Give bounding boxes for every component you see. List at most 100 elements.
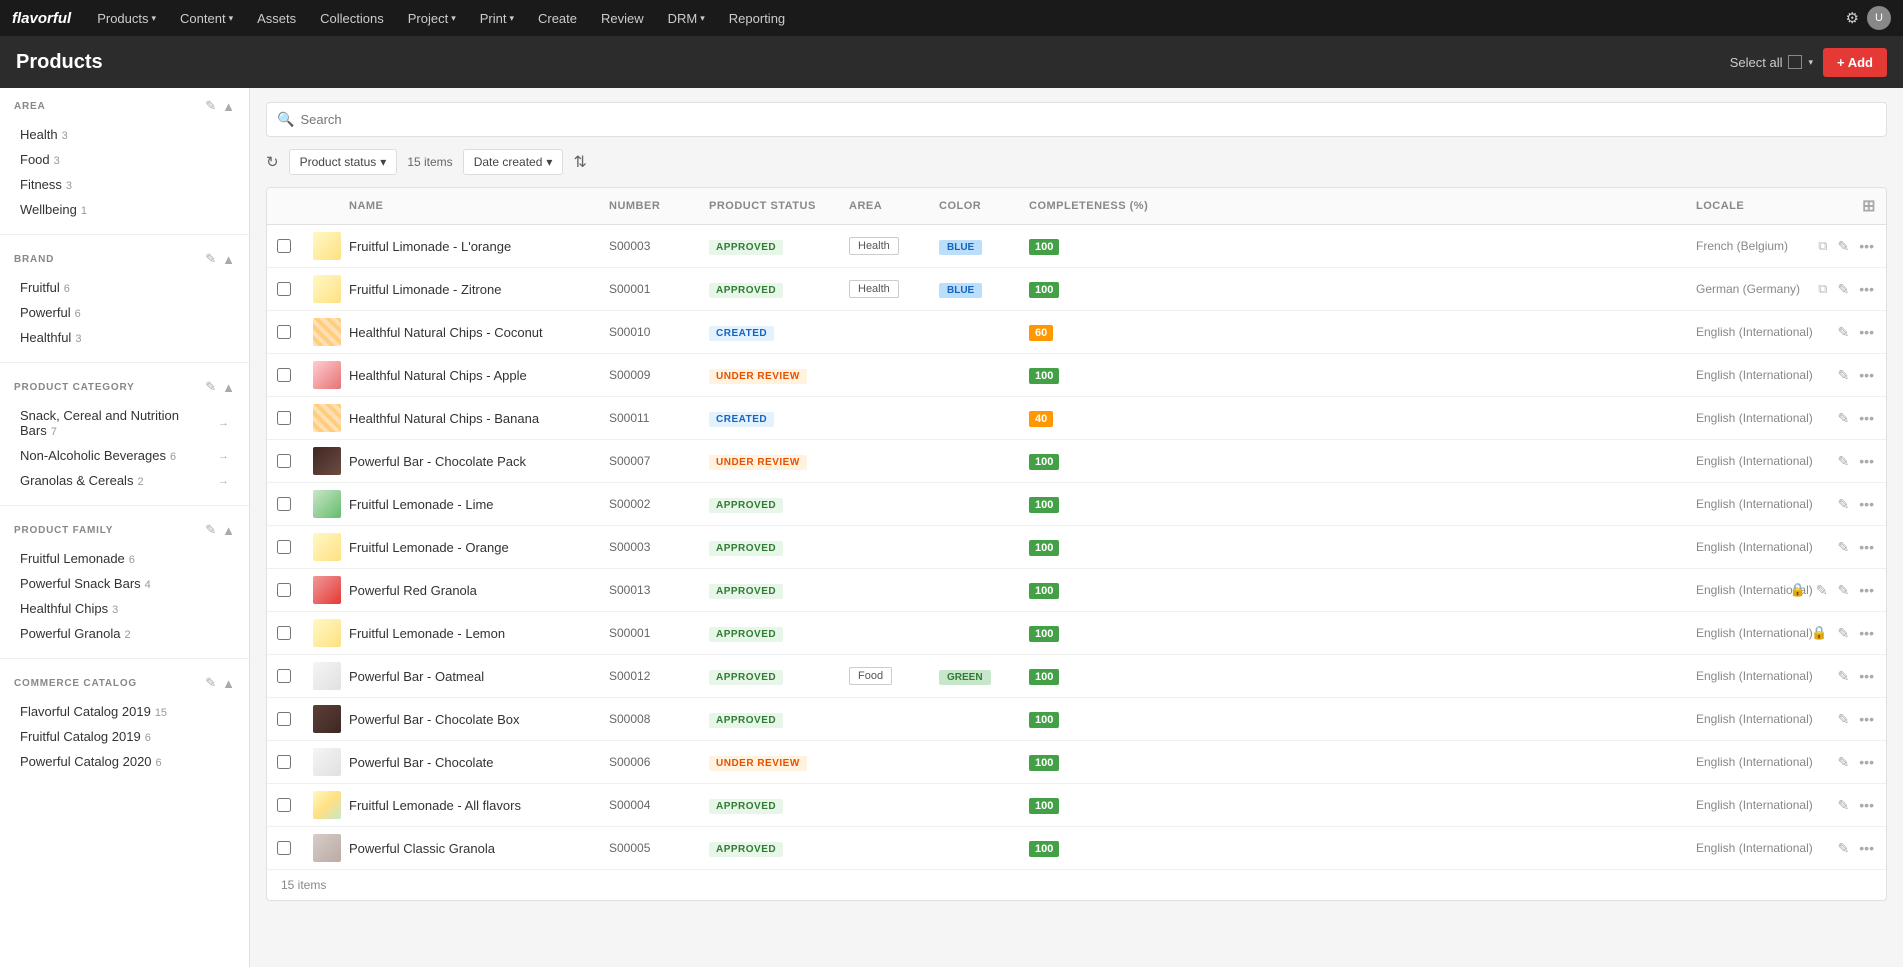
- table-row[interactable]: Fruitful Limonade - L'orange S00003 APPR…: [267, 225, 1886, 268]
- more-icon[interactable]: •••: [1857, 752, 1876, 772]
- edit-icon[interactable]: ✎: [1836, 322, 1852, 343]
- nav-drm[interactable]: DRM ▾: [658, 7, 715, 30]
- edit-icon[interactable]: ✎: [1836, 623, 1852, 644]
- sidebar-item-powerful-granola[interactable]: Powerful Granola2: [14, 621, 235, 646]
- nav-project[interactable]: Project ▾: [398, 7, 466, 30]
- sidebar-commerce-catalog-collapse-icon[interactable]: ▲: [222, 676, 235, 691]
- row-checkbox[interactable]: [277, 411, 291, 425]
- sidebar-item-fitness[interactable]: Fitness3: [14, 172, 235, 197]
- row-checkbox[interactable]: [277, 798, 291, 812]
- nav-assets[interactable]: Assets: [247, 7, 306, 30]
- more-icon[interactable]: •••: [1857, 279, 1876, 299]
- row-checkbox[interactable]: [277, 239, 291, 253]
- nav-collections[interactable]: Collections: [310, 7, 394, 30]
- copy-icon[interactable]: ⧉: [1816, 236, 1829, 256]
- table-row[interactable]: Powerful Bar - Chocolate Box S00008 APPR…: [267, 698, 1886, 741]
- edit-icon[interactable]: ✎: [1836, 236, 1852, 257]
- logo[interactable]: flavorful: [12, 10, 71, 27]
- settings-icon[interactable]: ⚙: [1846, 9, 1859, 27]
- nav-content[interactable]: Content ▾: [170, 7, 243, 30]
- row-checkbox[interactable]: [277, 325, 291, 339]
- row-checkbox[interactable]: [277, 282, 291, 296]
- copy-icon[interactable]: ⧉: [1816, 279, 1829, 299]
- more-icon[interactable]: •••: [1857, 494, 1876, 514]
- more-icon[interactable]: •••: [1857, 838, 1876, 858]
- sidebar-item-wellbeing[interactable]: Wellbeing1: [14, 197, 235, 222]
- more-icon[interactable]: •••: [1857, 580, 1876, 600]
- sidebar-item-healthful-chips[interactable]: Healthful Chips3: [14, 596, 235, 621]
- edit-icon[interactable]: ✎: [1836, 279, 1852, 300]
- sidebar-item-fruitful-catalog-2019[interactable]: Fruitful Catalog 20196: [14, 724, 235, 749]
- table-row[interactable]: Powerful Bar - Oatmeal S00012 APPROVED F…: [267, 655, 1886, 698]
- table-row[interactable]: Fruitful Lemonade - Lemon S00001 APPROVE…: [267, 612, 1886, 655]
- row-checkbox[interactable]: [277, 368, 291, 382]
- table-row[interactable]: Fruitful Lemonade - All flavors S00004 A…: [267, 784, 1886, 827]
- lock-icon[interactable]: 🔒: [1788, 580, 1808, 600]
- sidebar-commerce-catalog-edit-icon[interactable]: ✎: [205, 675, 216, 691]
- sidebar-area-edit-icon[interactable]: ✎: [205, 98, 216, 114]
- more-icon[interactable]: •••: [1857, 666, 1876, 686]
- edit-icon[interactable]: ✎: [1836, 408, 1852, 429]
- select-all-button[interactable]: Select all ▾: [1730, 55, 1813, 70]
- table-row[interactable]: Healthful Natural Chips - Coconut S00010…: [267, 311, 1886, 354]
- sidebar-item-powerful[interactable]: Powerful6: [14, 300, 235, 325]
- lock-icon[interactable]: 🔒: [1809, 623, 1829, 643]
- table-row[interactable]: Powerful Red Granola S00013 APPROVED 100…: [267, 569, 1886, 612]
- sidebar-item-fruitful[interactable]: Fruitful6: [14, 275, 235, 300]
- table-row[interactable]: Healthful Natural Chips - Apple S00009 U…: [267, 354, 1886, 397]
- more-icon[interactable]: •••: [1857, 236, 1876, 256]
- search-input[interactable]: [300, 112, 1876, 127]
- select-all-caret-icon[interactable]: ▾: [1808, 57, 1813, 68]
- sidebar-product-category-collapse-icon[interactable]: ▲: [222, 380, 235, 395]
- table-row[interactable]: Fruitful Limonade - Zitrone S00001 APPRO…: [267, 268, 1886, 311]
- sidebar-product-family-edit-icon[interactable]: ✎: [205, 522, 216, 538]
- table-row[interactable]: Healthful Natural Chips - Banana S00011 …: [267, 397, 1886, 440]
- edit-icon[interactable]: ✎: [1836, 666, 1852, 687]
- sidebar-item-non-alcoholic[interactable]: Non-Alcoholic Beverages6 →: [14, 443, 235, 468]
- sidebar-brand-edit-icon[interactable]: ✎: [205, 251, 216, 267]
- add-button[interactable]: + Add: [1823, 48, 1887, 77]
- row-checkbox[interactable]: [277, 626, 291, 640]
- nav-reporting[interactable]: Reporting: [719, 7, 795, 30]
- more-icon[interactable]: •••: [1857, 537, 1876, 557]
- nav-print[interactable]: Print ▾: [470, 7, 524, 30]
- row-checkbox[interactable]: [277, 841, 291, 855]
- sidebar-brand-collapse-icon[interactable]: ▲: [222, 252, 235, 267]
- edit-icon[interactable]: ✎: [1836, 838, 1852, 859]
- edit-icon[interactable]: ✎: [1836, 709, 1852, 730]
- sidebar-item-snack-bars[interactable]: Snack, Cereal and Nutrition Bars7 →: [14, 403, 235, 443]
- sidebar-item-food[interactable]: Food3: [14, 147, 235, 172]
- edit-icon[interactable]: ✎: [1836, 752, 1852, 773]
- avatar[interactable]: U: [1867, 6, 1891, 30]
- more-icon[interactable]: •••: [1857, 795, 1876, 815]
- sidebar-area-collapse-icon[interactable]: ▲: [222, 99, 235, 114]
- edit-icon[interactable]: ✎: [1836, 795, 1852, 816]
- nav-review[interactable]: Review: [591, 7, 654, 30]
- row-checkbox[interactable]: [277, 454, 291, 468]
- table-row[interactable]: Powerful Bar - Chocolate S00006 UNDER RE…: [267, 741, 1886, 784]
- sidebar-item-powerful-snack-bars[interactable]: Powerful Snack Bars4: [14, 571, 235, 596]
- more-icon[interactable]: •••: [1857, 709, 1876, 729]
- row-checkbox[interactable]: [277, 712, 291, 726]
- table-row[interactable]: Fruitful Lemonade - Lime S00002 APPROVED…: [267, 483, 1886, 526]
- select-all-checkbox[interactable]: [1788, 55, 1802, 69]
- more-icon[interactable]: •••: [1857, 365, 1876, 385]
- more-icon[interactable]: •••: [1857, 623, 1876, 643]
- grid-view-icon[interactable]: ⊞: [1862, 198, 1876, 215]
- nav-products[interactable]: Products ▾: [87, 7, 166, 30]
- sidebar-item-flavorful-catalog-2019[interactable]: Flavorful Catalog 201915: [14, 699, 235, 724]
- nav-create[interactable]: Create: [528, 7, 587, 30]
- table-row[interactable]: Powerful Classic Granola S00005 APPROVED…: [267, 827, 1886, 870]
- edit-icon[interactable]: ✎: [1836, 451, 1852, 472]
- table-row[interactable]: Powerful Bar - Chocolate Pack S00007 UND…: [267, 440, 1886, 483]
- sidebar-product-category-edit-icon[interactable]: ✎: [205, 379, 216, 395]
- row-checkbox[interactable]: [277, 669, 291, 683]
- sort-button[interactable]: ⇅: [573, 152, 586, 172]
- date-created-filter[interactable]: Date created ▾: [463, 149, 564, 175]
- sidebar-item-granolas[interactable]: Granolas & Cereals2 →: [14, 468, 235, 493]
- edit-icon[interactable]: ✎: [1836, 365, 1852, 386]
- row-checkbox[interactable]: [277, 755, 291, 769]
- edit-icon[interactable]: ✎: [1836, 494, 1852, 515]
- sidebar-product-family-collapse-icon[interactable]: ▲: [222, 523, 235, 538]
- edit-icon[interactable]: ✎: [1836, 580, 1852, 601]
